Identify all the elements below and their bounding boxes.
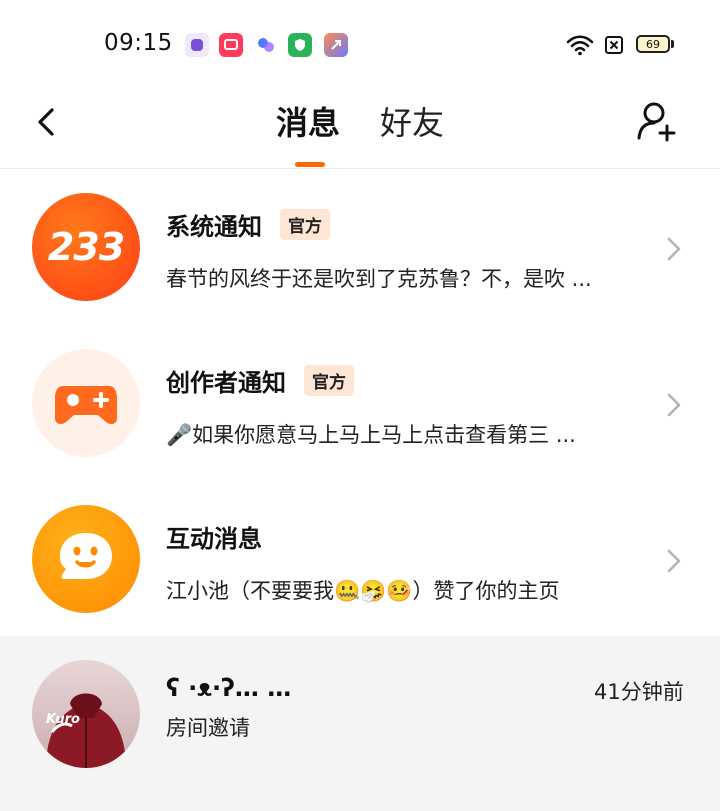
item-preview: 春节的风终于还是吹到了克苏鲁？不，是吹 ... — [166, 267, 592, 291]
no-sim-icon — [604, 35, 624, 59]
item-title: 互动消息 — [166, 519, 262, 554]
back-button[interactable] — [30, 100, 66, 140]
tab-friends[interactable]: 好友 — [380, 98, 444, 144]
battery-tip — [671, 40, 674, 48]
item-title-text: 创作者通知 — [166, 369, 286, 397]
wifi-icon — [566, 34, 594, 60]
video-app-icon — [219, 33, 243, 57]
avatar-brand-text: Kuro — [46, 712, 80, 727]
chat-bubble-face-icon — [32, 505, 140, 613]
active-tab-indicator — [295, 162, 325, 167]
avatar: Kuro — [32, 660, 140, 768]
tab-messages[interactable]: 消息 — [276, 98, 340, 144]
item-title: 系统通知 官方 — [166, 207, 330, 242]
chevron-left-icon — [38, 108, 54, 136]
item-preview: 房间邀请 — [166, 716, 250, 740]
battery-level: 69 — [646, 37, 660, 51]
logo-233-text: 233 — [47, 225, 125, 269]
battery-icon: 69 — [636, 35, 670, 53]
item-title-text: 系统通知 — [166, 213, 262, 241]
shield-app-icon — [288, 33, 312, 57]
status-bar: 09:15 69 — [0, 0, 720, 90]
list-item-creator-notice[interactable]: 创作者通知 官方 🎤如果你愿意马上马上马上点击查看第三 ... — [0, 325, 720, 481]
chevron-right-icon — [664, 391, 684, 419]
message-time: 41分钟前 — [594, 680, 684, 704]
shortcut-app-icon — [324, 33, 348, 57]
list-item-system-notice[interactable]: 233 系统通知 官方 春节的风终于还是吹到了克苏鲁？不，是吹 ... — [0, 169, 720, 325]
official-badge: 官方 — [280, 209, 330, 240]
chevron-right-icon — [664, 235, 684, 263]
add-user-icon — [637, 102, 676, 142]
chevron-right-icon — [664, 547, 684, 575]
item-title: 创作者通知 官方 — [166, 363, 354, 398]
friend-name: ʕ ·ᴥ·ʔ… … — [166, 674, 292, 702]
list-item-friend-message[interactable]: Kuro ʕ ·ᴥ·ʔ… … 41分钟前 房间邀请 — [0, 636, 720, 811]
list-item-interactions[interactable]: 互动消息 江小池（不要要我🤐🤧🤒）赞了你的主页 — [0, 481, 720, 637]
item-title-text: 互动消息 — [166, 525, 262, 553]
status-time: 09:15 — [104, 30, 173, 56]
chat-app-icon — [185, 33, 209, 57]
item-preview: 江小池（不要要我🤐🤧🤒）赞了你的主页 — [166, 579, 560, 603]
gamepad-icon — [32, 349, 140, 457]
official-badge: 官方 — [304, 365, 354, 396]
item-preview: 🎤如果你愿意马上马上马上点击查看第三 ... — [166, 423, 576, 447]
top-navigation: 消息 好友 — [0, 90, 720, 169]
logo-233-icon: 233 — [32, 193, 140, 301]
circles-app-icon — [254, 33, 278, 57]
add-friend-button[interactable] — [634, 98, 680, 144]
